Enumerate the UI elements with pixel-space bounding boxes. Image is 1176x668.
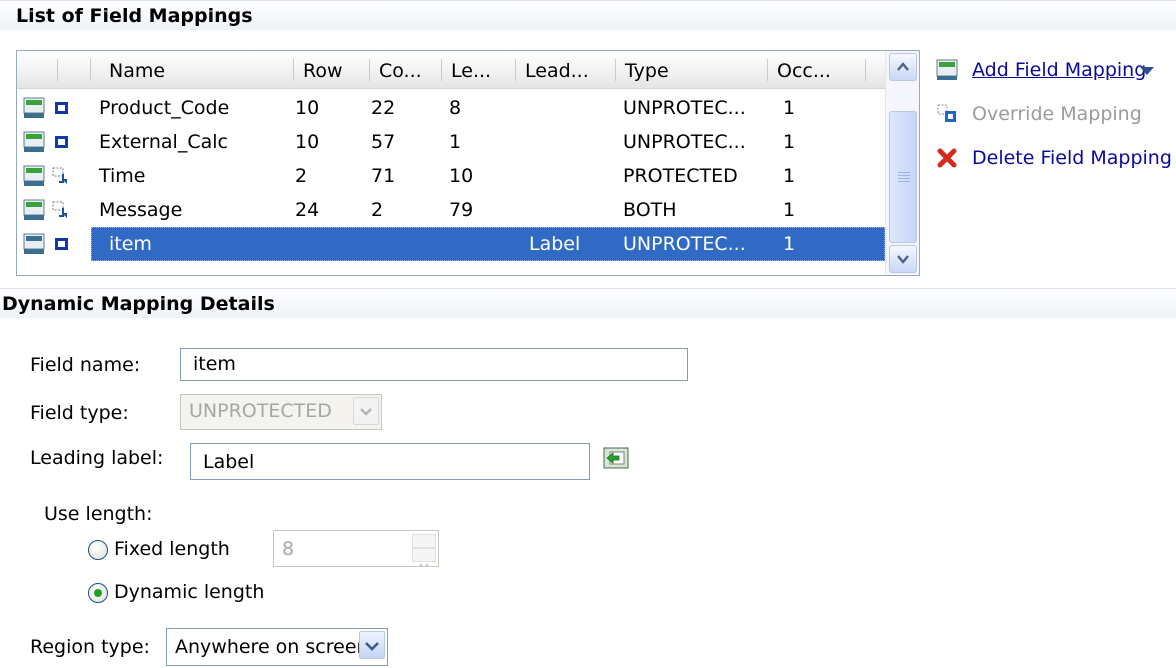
protected-field-icon [52,201,67,218]
delete-x-icon [937,148,957,168]
column-header-length[interactable]: Le... [441,51,515,89]
column-header-column[interactable]: Co... [369,51,441,89]
dynamic-length-radio[interactable] [88,583,108,603]
region-type-value: Anywhere on screen [175,636,369,658]
field-mapping-icon [23,165,45,186]
cell-len: 10 [449,165,474,187]
cell-name: Message [99,199,183,221]
table-row[interactable]: Product_Code 10 22 8 UNPROTEC... 1 [17,91,887,125]
cell-col: 2 [371,199,384,221]
leading-label-label: Leading label: [30,447,164,469]
cell-row: 10 [295,131,320,153]
cell-name: Time [99,165,146,187]
vertical-scrollbar[interactable] [885,51,919,275]
cell-occ: 1 [783,199,796,221]
cell-type: UNPROTEC... [623,233,746,255]
column-header-row[interactable]: Row [293,51,369,89]
table-row[interactable]: External_Calc 10 57 1 UNPROTEC... 1 [17,125,887,159]
field-type-select[interactable]: UNPROTECTED [180,394,382,430]
spinner-down-button[interactable] [412,548,436,566]
column-separator [57,59,58,81]
column-header-occurrence[interactable]: Occ... [767,51,867,89]
region-type-dropdown-button[interactable] [359,631,385,659]
chevron-down-icon [360,408,372,416]
list-section-header: List of Field Mappings [0,0,1176,30]
table-row[interactable]: Message 24 2 79 BOTH 1 [17,193,887,227]
fixed-length-input[interactable]: 8 [273,530,439,567]
field-name-label: Field name: [30,354,141,376]
add-field-mapping-link[interactable]: Add Field Mapping [972,56,1146,84]
chevron-down-icon [365,642,379,651]
leading-label-input[interactable]: Label [190,443,590,480]
cell-col: 57 [371,131,396,153]
cell-row: 2 [295,165,308,187]
scroll-down-button[interactable] [889,245,917,273]
field-mapping-icon [23,233,45,254]
scroll-up-button[interactable] [889,53,917,81]
region-type-select[interactable]: Anywhere on screen [166,628,388,666]
cell-col: 22 [371,97,396,119]
details-section-header: Dynamic Mapping Details [0,288,1176,318]
field-type-value: UNPROTECTED [189,400,332,422]
unprotected-field-icon [55,238,68,250]
cell-len: 8 [449,97,462,119]
cell-len: 1 [449,131,462,153]
field-mapping-icon [23,97,45,118]
table-header: Name Row Co... Le... Lead... Type Occ... [17,51,887,89]
cell-row: 24 [295,199,320,221]
field-mapping-icon [23,131,45,152]
override-mapping-icon [937,104,956,122]
delete-field-mapping-label[interactable]: Delete Field Mapping [972,144,1172,172]
column-separator [865,59,866,81]
cell-name: item [109,233,152,255]
dropdown-arrow-icon[interactable] [1139,65,1155,77]
list-section-title: List of Field Mappings [16,5,253,27]
chevron-down-icon [897,255,909,264]
field-mappings-table[interactable]: Name Row Co... Le... Lead... Type Occ...… [16,50,920,276]
protected-field-icon [52,167,67,184]
table-row[interactable]: item Label UNPROTEC... 1 [17,227,887,261]
spinner-down-icon [419,563,429,566]
scroll-thumb[interactable] [889,111,917,243]
chevron-up-icon [897,62,909,71]
field-type-label: Field type: [30,402,129,424]
cell-occ: 1 [783,97,796,119]
cell-occ: 1 [783,233,796,255]
field-mapping-icon [23,199,45,220]
cell-lead: Label [529,233,581,255]
details-section-title: Dynamic Mapping Details [2,293,275,315]
region-type-label: Region type: [30,636,150,658]
field-type-dropdown-button[interactable] [353,397,379,425]
column-header-name[interactable]: Name [99,51,289,89]
cell-name: Product_Code [99,97,230,119]
spinner-up-button[interactable] [412,534,436,557]
select-label-from-screen-icon[interactable] [602,446,632,472]
column-separator [90,59,91,81]
cell-col: 71 [371,165,396,187]
cell-occ: 1 [783,165,796,187]
field-name-input[interactable]: item [180,348,688,381]
radio-selected-dot [94,589,102,597]
fixed-length-radio[interactable] [88,540,108,560]
fixed-length-label[interactable]: Fixed length [114,538,230,560]
cell-type: UNPROTEC... [623,131,746,153]
cell-row: 10 [295,97,320,119]
unprotected-field-icon [55,136,68,148]
cell-name: External_Calc [99,131,228,153]
table-row[interactable]: Time 2 71 10 PROTECTED 1 [17,159,887,193]
dynamic-length-label[interactable]: Dynamic length [114,581,264,603]
add-field-mapping-icon [936,59,958,80]
use-length-label: Use length: [44,503,153,525]
cell-type: BOTH [623,199,677,221]
cell-type: PROTECTED [623,165,738,187]
column-header-type[interactable]: Type [615,51,767,89]
fixed-length-value: 8 [282,538,295,560]
column-header-leading[interactable]: Lead... [515,51,615,89]
unprotected-field-icon [55,102,68,114]
cell-type: UNPROTEC... [623,97,746,119]
row-selection-highlight [91,227,885,261]
override-mapping-label[interactable]: Override Mapping [972,100,1142,128]
cell-occ: 1 [783,131,796,153]
cell-len: 79 [449,199,474,221]
